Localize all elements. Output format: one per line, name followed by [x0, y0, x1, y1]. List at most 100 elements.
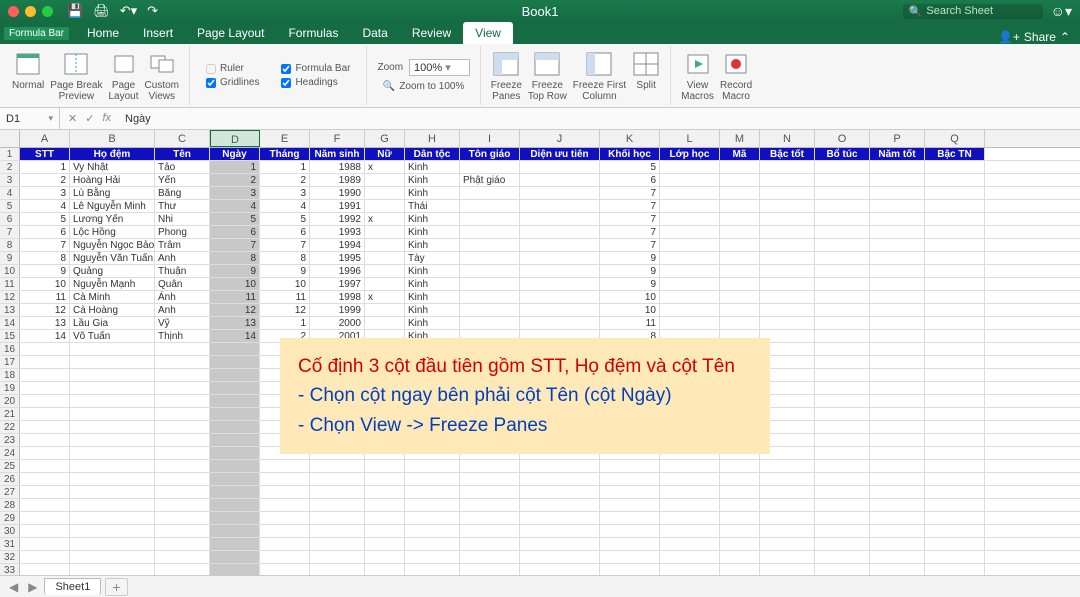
cell[interactable]: Kinh: [405, 317, 460, 329]
cell[interactable]: Kinh: [405, 187, 460, 199]
cell[interactable]: [720, 304, 760, 316]
cell[interactable]: [760, 317, 815, 329]
cell[interactable]: 6: [20, 226, 70, 238]
cell[interactable]: 2: [210, 174, 260, 186]
row-header[interactable]: 19: [0, 382, 20, 394]
cell[interactable]: 1994: [310, 239, 365, 251]
cell[interactable]: 10: [210, 278, 260, 290]
cell[interactable]: [760, 278, 815, 290]
row-header[interactable]: 25: [0, 460, 20, 472]
cell[interactable]: Kinh: [405, 174, 460, 186]
cell[interactable]: [870, 317, 925, 329]
cell[interactable]: [925, 213, 985, 225]
cell[interactable]: [210, 434, 260, 446]
cell[interactable]: [155, 486, 210, 498]
cell[interactable]: [210, 408, 260, 420]
cell[interactable]: [520, 265, 600, 277]
cell[interactable]: [870, 512, 925, 524]
cell[interactable]: [155, 512, 210, 524]
cell[interactable]: 7: [260, 239, 310, 251]
cell[interactable]: 9: [20, 265, 70, 277]
cell[interactable]: Nữ: [365, 148, 405, 160]
row-header[interactable]: 18: [0, 369, 20, 381]
cell[interactable]: [155, 499, 210, 511]
cell[interactable]: 1990: [310, 187, 365, 199]
cell[interactable]: Băng: [155, 187, 210, 199]
cell[interactable]: 8: [210, 252, 260, 264]
cell[interactable]: [815, 421, 870, 433]
row-header[interactable]: 10: [0, 265, 20, 277]
close-icon[interactable]: [8, 6, 19, 17]
cell[interactable]: [365, 278, 405, 290]
column-header-O[interactable]: O: [815, 130, 870, 147]
cell[interactable]: [365, 499, 405, 511]
cell[interactable]: [520, 213, 600, 225]
cell[interactable]: Quân: [155, 278, 210, 290]
cell[interactable]: [405, 460, 460, 472]
cell[interactable]: [210, 486, 260, 498]
cell[interactable]: [365, 265, 405, 277]
cell[interactable]: [720, 538, 760, 550]
cell[interactable]: [70, 473, 155, 485]
cell[interactable]: STT: [20, 148, 70, 160]
cell[interactable]: [760, 304, 815, 316]
cell[interactable]: [155, 434, 210, 446]
cell[interactable]: Lộc Hồng: [70, 226, 155, 238]
cell[interactable]: [155, 382, 210, 394]
column-header-N[interactable]: N: [760, 130, 815, 147]
cell[interactable]: 9: [600, 265, 660, 277]
cell[interactable]: [870, 291, 925, 303]
cell[interactable]: [925, 200, 985, 212]
cell[interactable]: [660, 265, 720, 277]
cell[interactable]: [760, 265, 815, 277]
cell[interactable]: [520, 200, 600, 212]
row-header[interactable]: 17: [0, 356, 20, 368]
cell[interactable]: 12: [20, 304, 70, 316]
cell[interactable]: [815, 252, 870, 264]
cell[interactable]: [925, 460, 985, 472]
cell[interactable]: [720, 525, 760, 537]
cell[interactable]: [760, 226, 815, 238]
cell[interactable]: [210, 382, 260, 394]
cell[interactable]: [20, 486, 70, 498]
cell[interactable]: 1998: [310, 291, 365, 303]
cell[interactable]: [815, 291, 870, 303]
cell[interactable]: [720, 278, 760, 290]
cell[interactable]: Nguyễn Ngọc Bảo: [70, 239, 155, 251]
cell[interactable]: [660, 486, 720, 498]
cell[interactable]: [155, 538, 210, 550]
cell[interactable]: [760, 473, 815, 485]
cell[interactable]: [210, 395, 260, 407]
cell[interactable]: [520, 174, 600, 186]
cell[interactable]: 1997: [310, 278, 365, 290]
cell[interactable]: [720, 213, 760, 225]
cell[interactable]: [870, 486, 925, 498]
cell[interactable]: Ánh: [155, 291, 210, 303]
cell[interactable]: [520, 551, 600, 563]
cell[interactable]: 9: [600, 278, 660, 290]
cell[interactable]: [20, 408, 70, 420]
cell[interactable]: [20, 551, 70, 563]
cell[interactable]: [405, 564, 460, 575]
cell[interactable]: [815, 447, 870, 459]
cell[interactable]: [70, 512, 155, 524]
cell[interactable]: 11: [210, 291, 260, 303]
cell[interactable]: 1989: [310, 174, 365, 186]
freeze-panes-button[interactable]: Freeze Panes: [491, 50, 522, 102]
cell[interactable]: [20, 460, 70, 472]
cell[interactable]: [260, 460, 310, 472]
cell[interactable]: [720, 460, 760, 472]
cell[interactable]: Lương Yến: [70, 213, 155, 225]
column-header-K[interactable]: K: [600, 130, 660, 147]
cell[interactable]: [405, 473, 460, 485]
sheet-nav-prev[interactable]: ◀: [6, 580, 21, 594]
cell[interactable]: [460, 317, 520, 329]
cell[interactable]: [70, 343, 155, 355]
column-header-P[interactable]: P: [870, 130, 925, 147]
cell[interactable]: Phong: [155, 226, 210, 238]
cell[interactable]: [760, 252, 815, 264]
cell[interactable]: [815, 460, 870, 472]
cell[interactable]: [660, 187, 720, 199]
cell[interactable]: [660, 161, 720, 173]
cell[interactable]: Năm tốt: [870, 148, 925, 160]
